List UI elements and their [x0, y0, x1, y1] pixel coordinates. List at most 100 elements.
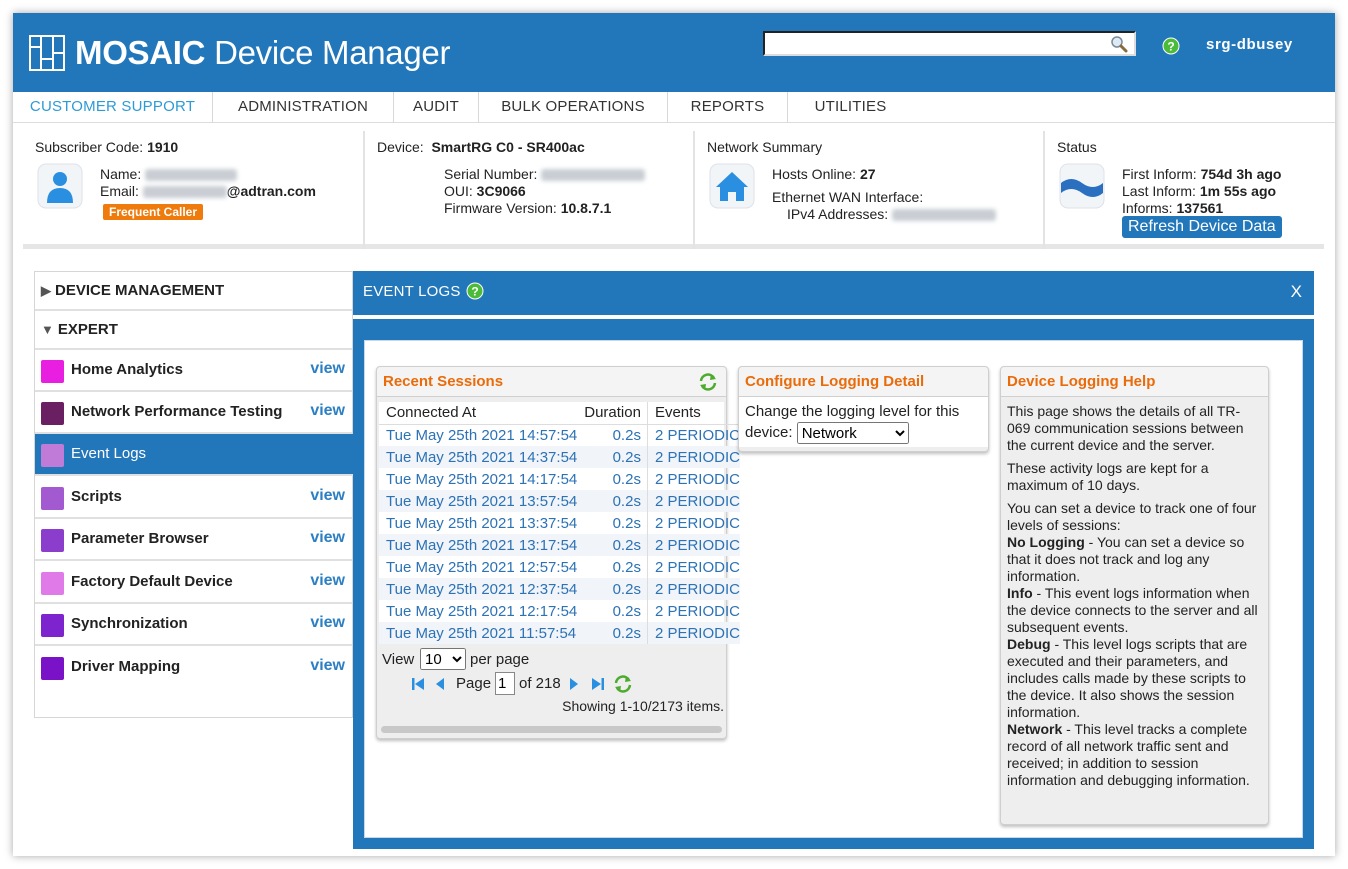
app-header: MOSAIC Device Manager ? srg-dbusey — [13, 13, 1335, 92]
configure-logging-card: Configure Logging Detail Change the logg… — [738, 366, 989, 452]
search-input[interactable] — [769, 33, 1109, 53]
view-link[interactable]: view — [310, 487, 345, 505]
synchronization-icon — [41, 614, 64, 637]
sidebar-item-parameter-browser[interactable]: Parameter Browser view — [35, 519, 352, 561]
event-logs-panel: EVENT LOGS ? X Recent Sessions Connected… — [353, 271, 1314, 849]
per-page-label: per page — [470, 651, 530, 668]
logging-help-text: This page shows the details of all TR-06… — [1007, 403, 1258, 788]
first-page-icon[interactable] — [410, 676, 426, 692]
factory-default-icon — [41, 572, 64, 595]
search-icon[interactable] — [1110, 35, 1128, 53]
sidebar-item-factory-default-device[interactable]: Factory Default Device view — [35, 562, 352, 604]
nav-customer-support[interactable]: CUSTOMER SUPPORT — [13, 92, 213, 123]
logging-help-card: Device Logging Help This page shows the … — [1000, 366, 1269, 825]
home-icon — [709, 163, 755, 209]
recent-sessions-card: Recent Sessions Connected At Duration Ev… — [376, 366, 740, 739]
table-row[interactable]: Tue May 25th 2021 12:57:54 0.2s 2 PERIODIC — [379, 556, 740, 578]
network-summary-panel: Network Summary Hosts Online: 27 Etherne… — [695, 131, 1045, 249]
col-events[interactable]: Events — [646, 402, 740, 425]
subscriber-email: Email: @adtran.com — [100, 183, 316, 199]
table-row[interactable]: Tue May 25th 2021 13:17:54 0.2s 2 PERIODIC — [379, 534, 740, 556]
recent-sessions-title: Recent Sessions — [377, 367, 726, 397]
sidebar: ▶ DEVICE MANAGEMENT ▼ EXPERT Home Analytic… — [34, 271, 376, 718]
nav-administration[interactable]: ADMINISTRATION — [213, 92, 394, 123]
svg-text:?: ? — [1167, 40, 1174, 54]
logging-level-select[interactable]: Network — [796, 422, 909, 444]
table-row[interactable]: Tue May 25th 2021 14:57:54 0.2s 2 PERIODIC — [379, 424, 740, 446]
page-input[interactable] — [495, 672, 515, 695]
username[interactable]: srg-dbusey — [1206, 36, 1293, 53]
showing-count: Showing 1-10/2173 items. — [562, 698, 724, 714]
nav-utilities[interactable]: UTILITIES — [788, 92, 913, 123]
col-connected-at[interactable]: Connected At — [379, 402, 578, 425]
view-link[interactable]: view — [310, 657, 345, 675]
reload-icon[interactable] — [613, 674, 633, 694]
view-link[interactable]: view — [310, 402, 345, 420]
user-avatar-icon — [37, 163, 83, 209]
sidebar-item-network-performance-testing[interactable]: Network Performance Testing view — [35, 392, 352, 434]
scripts-icon — [41, 487, 64, 510]
table-row[interactable]: Tue May 25th 2021 12:17:54 0.2s 2 PERIODIC — [379, 600, 740, 622]
view-link[interactable]: view — [310, 360, 345, 378]
view-link[interactable]: view — [310, 614, 345, 632]
sidebar-item-driver-mapping[interactable]: Driver Mapping view — [35, 647, 352, 689]
help-icon[interactable]: ? — [466, 282, 484, 300]
driver-mapping-icon — [41, 657, 64, 680]
configure-logging-body: Change the logging level for this device… — [739, 397, 988, 447]
help-icon[interactable]: ? — [1162, 37, 1180, 55]
panel-title: EVENT LOGS — [363, 283, 461, 300]
configure-logging-title: Configure Logging Detail — [739, 367, 988, 397]
informs-count: Informs: 137561 — [1122, 200, 1224, 216]
sidebar-device-management[interactable]: ▶ DEVICE MANAGEMENT — [35, 272, 352, 311]
next-page-icon[interactable] — [567, 676, 581, 692]
refresh-device-data-button[interactable]: Refresh Device Data — [1122, 216, 1282, 238]
nav-bulk-operations[interactable]: BULK OPERATIONS — [479, 92, 668, 123]
pager: View 10 per page Page of 218 — [377, 644, 726, 724]
sidebar-item-event-logs[interactable]: Event Logs — [35, 434, 376, 476]
wan-interface: Ethernet WAN Interface: — [772, 189, 924, 205]
horizontal-scrollbar[interactable] — [381, 726, 722, 733]
subscriber-name: Name: — [100, 166, 238, 182]
serial-number: Serial Number: — [444, 166, 646, 182]
table-header-row: Connected At Duration Events — [379, 402, 740, 425]
svg-text:?: ? — [471, 285, 478, 299]
last-page-icon[interactable] — [590, 676, 606, 692]
table-row[interactable]: Tue May 25th 2021 11:57:54 0.2s 2 PERIODIC — [379, 622, 740, 644]
refresh-icon[interactable] — [698, 372, 718, 392]
view-link[interactable]: view — [310, 572, 345, 590]
sidebar-item-synchronization[interactable]: Synchronization view — [35, 604, 352, 646]
table-row[interactable]: Tue May 25th 2021 12:37:54 0.2s 2 PERIODIC — [379, 578, 740, 600]
device-model: Device: SmartRG C0 - SR400ac — [377, 139, 585, 155]
grid-logo-icon — [29, 35, 65, 71]
firmware-version: Firmware Version: 10.8.7.1 — [444, 200, 612, 216]
device-panel: Device: SmartRG C0 - SR400ac Serial Numb… — [365, 131, 695, 249]
table-row[interactable]: Tue May 25th 2021 14:37:54 0.2s 2 PERIODIC — [379, 446, 740, 468]
frequent-caller-badge: Frequent Caller — [103, 204, 204, 220]
table-row[interactable]: Tue May 25th 2021 14:17:54 0.2s 2 PERIODIC — [379, 468, 740, 490]
activity-wave-icon — [1059, 163, 1105, 209]
network-performance-icon — [41, 402, 64, 425]
page-count: of 218 — [519, 675, 561, 692]
close-button[interactable]: X — [1291, 282, 1302, 302]
brand-logo[interactable]: MOSAIC Device Manager — [29, 34, 450, 71]
sidebar-item-home-analytics[interactable]: Home Analytics view — [35, 350, 352, 392]
table-row[interactable]: Tue May 25th 2021 13:57:54 0.2s 2 PERIODIC — [379, 490, 740, 512]
view-link[interactable]: view — [310, 529, 345, 547]
home-analytics-icon — [41, 360, 64, 383]
col-duration[interactable]: Duration — [577, 402, 648, 425]
page-label: Page — [456, 675, 492, 692]
previous-page-icon[interactable] — [433, 676, 447, 692]
event-logs-icon — [41, 444, 64, 467]
search-box — [763, 31, 1136, 56]
per-page-select[interactable]: 10 — [420, 648, 466, 670]
divider — [353, 315, 1314, 319]
parameter-browser-icon — [41, 529, 64, 552]
nav-audit[interactable]: AUDIT — [394, 92, 479, 123]
nav-reports[interactable]: REPORTS — [668, 92, 788, 123]
sidebar-expert[interactable]: ▼ EXPERT — [35, 311, 352, 350]
network-summary-title: Network Summary — [707, 139, 823, 155]
subscriber-code: Subscriber Code: 1910 — [35, 139, 179, 155]
table-row[interactable]: Tue May 25th 2021 13:37:54 0.2s 2 PERIODIC — [379, 512, 740, 534]
sidebar-item-scripts[interactable]: Scripts view — [35, 477, 352, 519]
sessions-table-wrap: Connected At Duration Events Tue May 25t… — [379, 402, 740, 644]
